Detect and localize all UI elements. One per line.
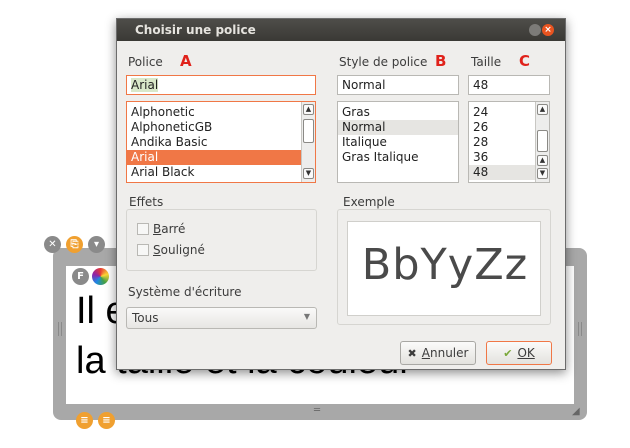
font-list-scrollbar[interactable]: ▲ ▼ [301, 102, 315, 182]
effects-title: Effets [126, 195, 167, 209]
duplicate-icon[interactable]: ⎘ [66, 236, 83, 253]
list-item[interactable]: Italique [338, 135, 458, 150]
list-item-selected[interactable]: Normal [338, 120, 458, 135]
font-dialog: Choisir une police × Police A Style de p… [116, 18, 566, 370]
size-label: Taille [471, 55, 502, 69]
font-name-value: Arial [131, 78, 159, 92]
font-preview: BbYyZz [347, 221, 541, 316]
font-size-input[interactable]: 48 [468, 75, 550, 95]
minimize-icon[interactable] [529, 24, 541, 36]
corner-resize-grip[interactable]: ◢ [572, 406, 580, 417]
left-resize-handle[interactable] [58, 322, 62, 336]
font-style-input[interactable]: Normal [337, 75, 459, 95]
size-list[interactable]: 24 26 28 36 48 ▲ ▲ ▼ [468, 101, 550, 183]
right-resize-handle[interactable] [578, 322, 582, 336]
writing-system-label: Système d'écriture [128, 285, 242, 299]
arrow-up-icon[interactable]: ▲ [537, 104, 548, 115]
strikeout-checkbox[interactable] [137, 223, 149, 235]
arrow-down-icon[interactable]: ▼ [303, 168, 314, 179]
size-marker: C [519, 52, 531, 70]
underline-label-rest: ouligné [160, 243, 205, 257]
chevron-down-icon: ▼ [303, 312, 310, 321]
font-name-input[interactable]: Arial [126, 75, 316, 95]
scroll-thumb[interactable] [537, 130, 548, 152]
underline-label: Souligné [153, 243, 205, 257]
list-item[interactable]: AlphoneticGB [127, 120, 315, 135]
list-item-selected[interactable]: Arial [127, 150, 315, 165]
list-item[interactable]: Gras Italique [338, 150, 458, 165]
strikeout-label: Barré [153, 222, 186, 236]
list-item[interactable]: Andika Basic [127, 135, 315, 150]
cancel-label-first: A [421, 346, 430, 360]
effects-group [126, 209, 317, 271]
dialog-titlebar[interactable]: Choisir une police × [117, 19, 565, 41]
bottom-resize-handle[interactable]: ═ [314, 405, 320, 416]
checkmark-icon: ✔ [503, 346, 513, 360]
font-list[interactable]: Alphonetic AlphoneticGB Andika Basic Ari… [126, 101, 316, 183]
strikeout-label-rest: arré [161, 222, 186, 236]
font-label: Police [128, 55, 163, 69]
arrow-up-icon[interactable]: ▲ [537, 155, 548, 166]
style-label: Style de police [339, 55, 428, 69]
font-icon[interactable]: F [72, 268, 89, 285]
arrow-down-icon[interactable]: ▼ [537, 168, 548, 179]
chevron-down-icon[interactable]: ▾ [88, 236, 105, 253]
preview-sample-text: BbYyZz [361, 240, 529, 290]
ok-label: OK [517, 346, 535, 360]
font-marker: A [180, 52, 192, 70]
arrow-up-icon[interactable]: ▲ [303, 104, 314, 115]
writing-system-select[interactable]: Tous ▼ [126, 307, 317, 329]
ok-button[interactable]: ✔ OK [486, 341, 552, 365]
align-right-icon[interactable]: ≡ [98, 412, 115, 429]
delete-icon[interactable]: ✕ [44, 236, 61, 253]
list-item[interactable]: Arial Black [127, 165, 315, 180]
list-item[interactable]: Gras [338, 105, 458, 120]
scroll-thumb[interactable] [303, 119, 314, 143]
list-item[interactable]: Alphonetic [127, 105, 315, 120]
sample-title: Exemple [340, 195, 398, 209]
cancel-button[interactable]: ✖ Annuler [400, 341, 476, 365]
close-icon[interactable]: × [542, 24, 554, 36]
cancel-label-rest: nnuler [429, 346, 469, 360]
style-list[interactable]: Gras Normal Italique Gras Italique [337, 101, 459, 183]
color-wheel-icon[interactable] [92, 268, 109, 285]
x-icon: ✖ [407, 346, 417, 360]
style-marker: B [435, 52, 447, 70]
align-left-icon[interactable]: ≡ [76, 412, 93, 429]
screen: Il e la taille et la couleur ✕ ⎘ ▾ F ≡ ≡… [0, 0, 630, 448]
writing-system-value: Tous [132, 311, 159, 325]
dialog-title: Choisir une police [135, 23, 256, 37]
underline-checkbox[interactable] [137, 244, 149, 256]
size-list-scrollbar[interactable]: ▲ ▲ ▼ [535, 102, 549, 182]
